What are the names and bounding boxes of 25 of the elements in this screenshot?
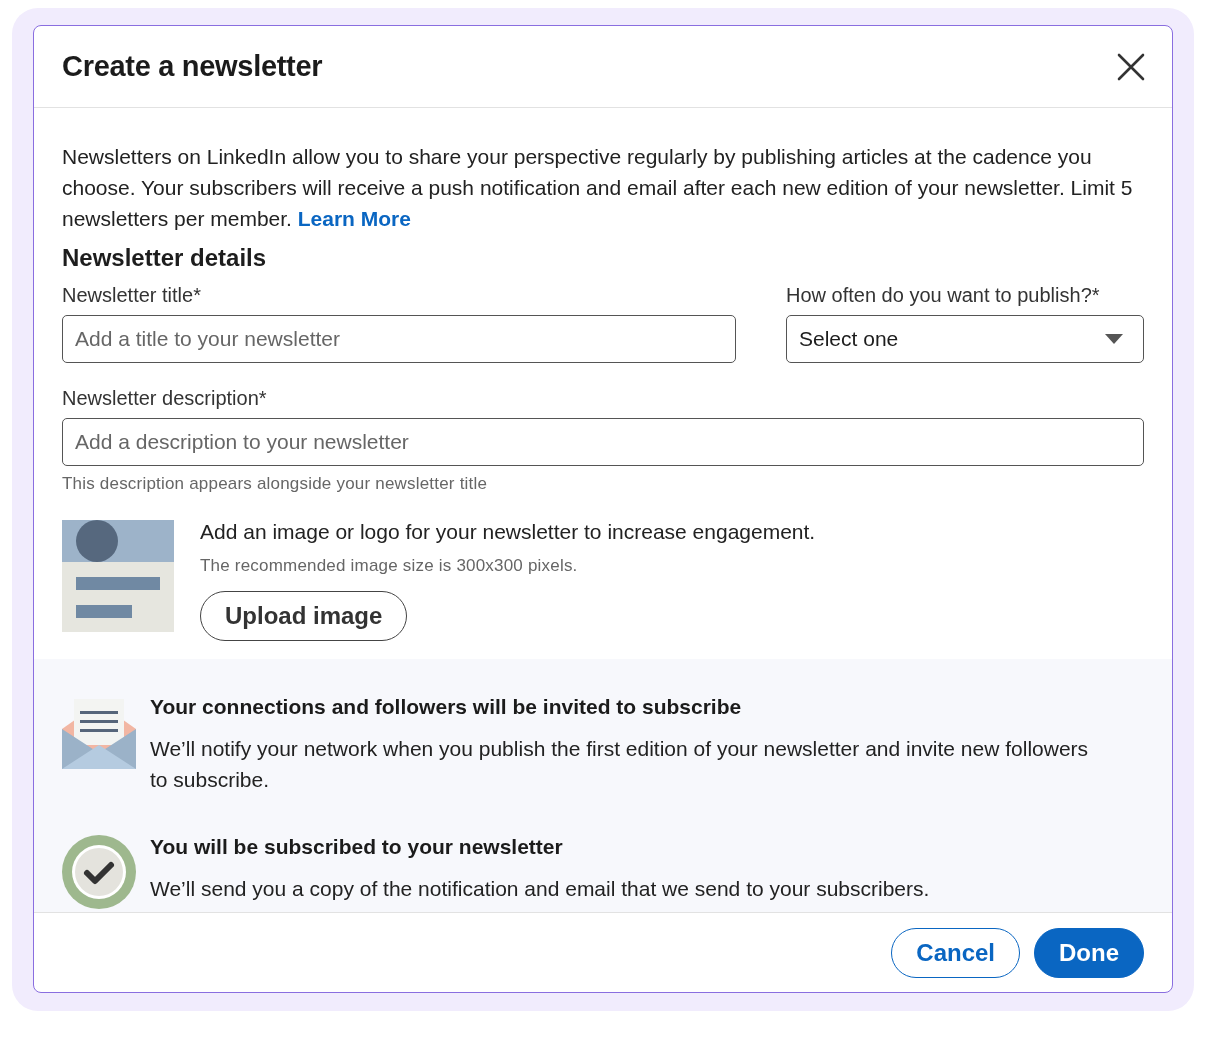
field-label: Newsletter description* <box>62 387 268 410</box>
upload-heading: Add an image or logo for your newsletter to increase engagement. <box>200 520 816 544</box>
cancel-button[interactable]: Cancel <box>891 927 1020 978</box>
description-input[interactable]: Add a description to your newsletter <box>62 418 1144 466</box>
image-placeholder-icon <box>62 520 174 632</box>
title-input[interactable]: Add a title to your newsletter <box>62 315 736 363</box>
caret-icon <box>1105 334 1123 344</box>
info-text: We’ll notify your network when you publish the first edition of your newsletter and invite new followers to subscribe. <box>150 736 1090 793</box>
dialog-title: Create a newsletter <box>62 50 323 83</box>
info-text: We’ll send you a copy of the notification and email that we send to your subscribers. <box>150 876 930 902</box>
upload-image-button[interactable]: Upload image <box>200 591 408 641</box>
hint-text: This description appears alongside your newsletter title <box>62 474 489 494</box>
info-title: You will be subscribed to your newsletter <box>150 835 564 859</box>
frequency-dropdown[interactable]: Select one <box>786 315 1144 363</box>
checkmark-badge-icon <box>62 835 136 909</box>
info-title: Your connections and followers will be invited to subscribe <box>150 695 743 719</box>
done-button[interactable]: Done <box>1034 927 1144 978</box>
size-note: The recommended image size is 300x300 pixels. <box>200 556 579 576</box>
section-heading: Newsletter details <box>62 244 268 272</box>
intro-paragraph: Newsletters on LinkedIn allow you to share your perspective regularly by publishing articles at the cadence you choose. Your subscribers will receive a push notification and email after each new edition of your newsletter. Limit 5 newsletters per member. Learn More <box>62 144 1134 232</box>
field-label: Newsletter title* <box>62 284 202 307</box>
learn-more-link[interactable]: Learn More <box>297 207 411 230</box>
close-icon <box>1116 51 1146 82</box>
close-button[interactable] <box>1116 51 1146 82</box>
field-label: How often do you want to publish?* <box>786 284 1101 307</box>
